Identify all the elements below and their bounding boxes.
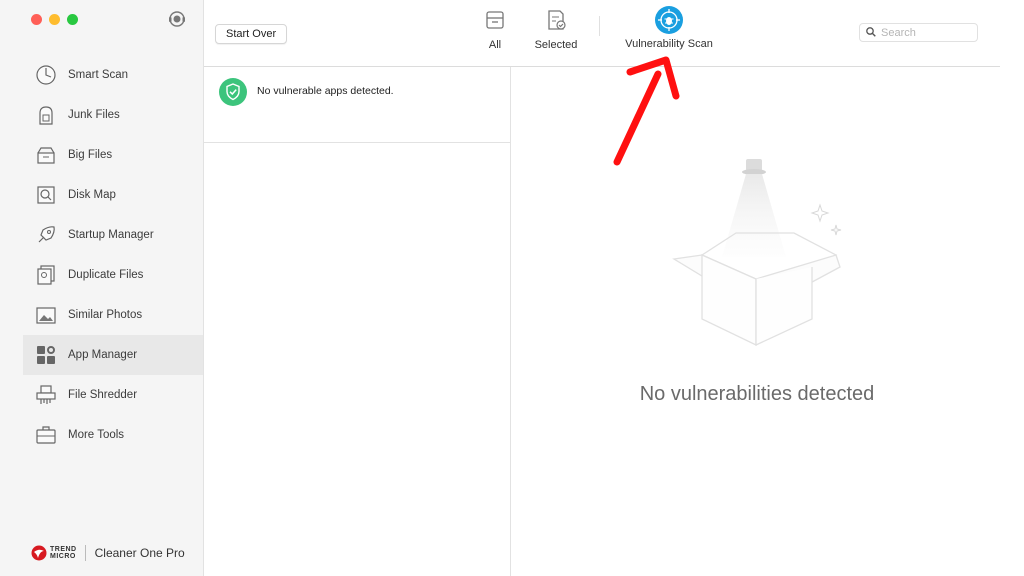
empty-box-icon	[670, 155, 850, 355]
sidebar-item-similar-photos[interactable]: Similar Photos	[23, 295, 203, 335]
trend-micro-logo: TREND MICRO	[31, 545, 77, 561]
sidebar-item-label: Duplicate Files	[68, 269, 144, 281]
sidebar-item-label: Big Files	[68, 149, 113, 161]
results-list-panel: No vulnerable apps detected.	[204, 67, 511, 576]
sidebar-item-junk-files[interactable]: Junk Files	[23, 95, 203, 135]
sidebar-item-big-files[interactable]: Big Files	[23, 135, 203, 175]
vulnerability-scan-icon	[655, 6, 683, 34]
tab-label: All	[488, 39, 502, 51]
tab-label: Selected	[534, 39, 578, 51]
sidebar-item-label: More Tools	[68, 429, 125, 441]
junk-files-icon	[34, 103, 58, 127]
startup-manager-icon	[34, 223, 58, 247]
big-files-icon	[34, 143, 58, 167]
tab-vulnerability-scan[interactable]: Vulnerability Scan	[614, 6, 724, 50]
window-controls	[31, 14, 78, 25]
archive-icon	[483, 8, 507, 32]
more-tools-icon	[34, 423, 58, 447]
tab-selected[interactable]: Selected	[531, 8, 581, 51]
sidebar-item-label: App Manager	[68, 349, 138, 361]
app-window: Smart Scan Junk Files Big Files Disk Map	[0, 0, 1024, 576]
maximize-window-button[interactable]	[67, 14, 78, 25]
sidebar-nav: Smart Scan Junk Files Big Files Disk Map	[23, 55, 203, 455]
file-shredder-icon	[34, 383, 58, 407]
tab-all[interactable]: All	[480, 8, 510, 51]
app-manager-icon	[34, 343, 58, 367]
sidebar-item-label: File Shredder	[68, 389, 138, 401]
disk-map-icon	[34, 183, 58, 207]
sidebar-item-disk-map[interactable]: Disk Map	[23, 175, 203, 215]
sidebar-item-label: Similar Photos	[68, 309, 143, 321]
support-icon[interactable]	[167, 9, 187, 29]
list-item: No vulnerable apps detected.	[204, 67, 510, 143]
close-window-button[interactable]	[31, 14, 42, 25]
product-name: Cleaner One Pro	[94, 546, 185, 560]
search-field[interactable]	[859, 23, 978, 42]
sidebar-item-label: Smart Scan	[68, 69, 129, 81]
status-text: No vulnerable apps detected.	[257, 85, 394, 97]
sidebar-item-app-manager[interactable]: App Manager	[23, 335, 203, 375]
brand-separator	[84, 545, 86, 561]
smart-scan-icon	[34, 63, 58, 87]
minimize-window-button[interactable]	[49, 14, 60, 25]
annotation-arrow	[600, 52, 690, 172]
sidebar-item-more-tools[interactable]: More Tools	[23, 415, 203, 455]
start-over-button[interactable]: Start Over	[215, 24, 288, 44]
sidebar-item-smart-scan[interactable]: Smart Scan	[23, 55, 203, 95]
search-input[interactable]	[881, 26, 971, 39]
empty-state-message: No vulnerabilities detected	[639, 383, 875, 405]
sidebar: Smart Scan Junk Files Big Files Disk Map	[0, 0, 204, 576]
sidebar-item-label: Startup Manager	[68, 229, 154, 241]
detail-panel: No vulnerabilities detected	[512, 67, 1000, 576]
sidebar-item-startup-manager[interactable]: Startup Manager	[23, 215, 203, 255]
sidebar-item-duplicate-files[interactable]: Duplicate Files	[23, 255, 203, 295]
similar-photos-icon	[34, 303, 58, 327]
shield-check-icon	[219, 78, 247, 106]
duplicate-files-icon	[34, 263, 58, 287]
sidebar-item-label: Disk Map	[68, 189, 116, 201]
tab-divider	[599, 16, 600, 36]
selected-list-icon	[544, 8, 568, 32]
tab-label: Vulnerability Scan	[625, 38, 713, 50]
sidebar-item-label: Junk Files	[68, 109, 120, 121]
search-icon	[866, 24, 876, 42]
brand-footer: TREND MICRO Cleaner One Pro	[31, 545, 185, 561]
sidebar-item-file-shredder[interactable]: File Shredder	[23, 375, 203, 415]
